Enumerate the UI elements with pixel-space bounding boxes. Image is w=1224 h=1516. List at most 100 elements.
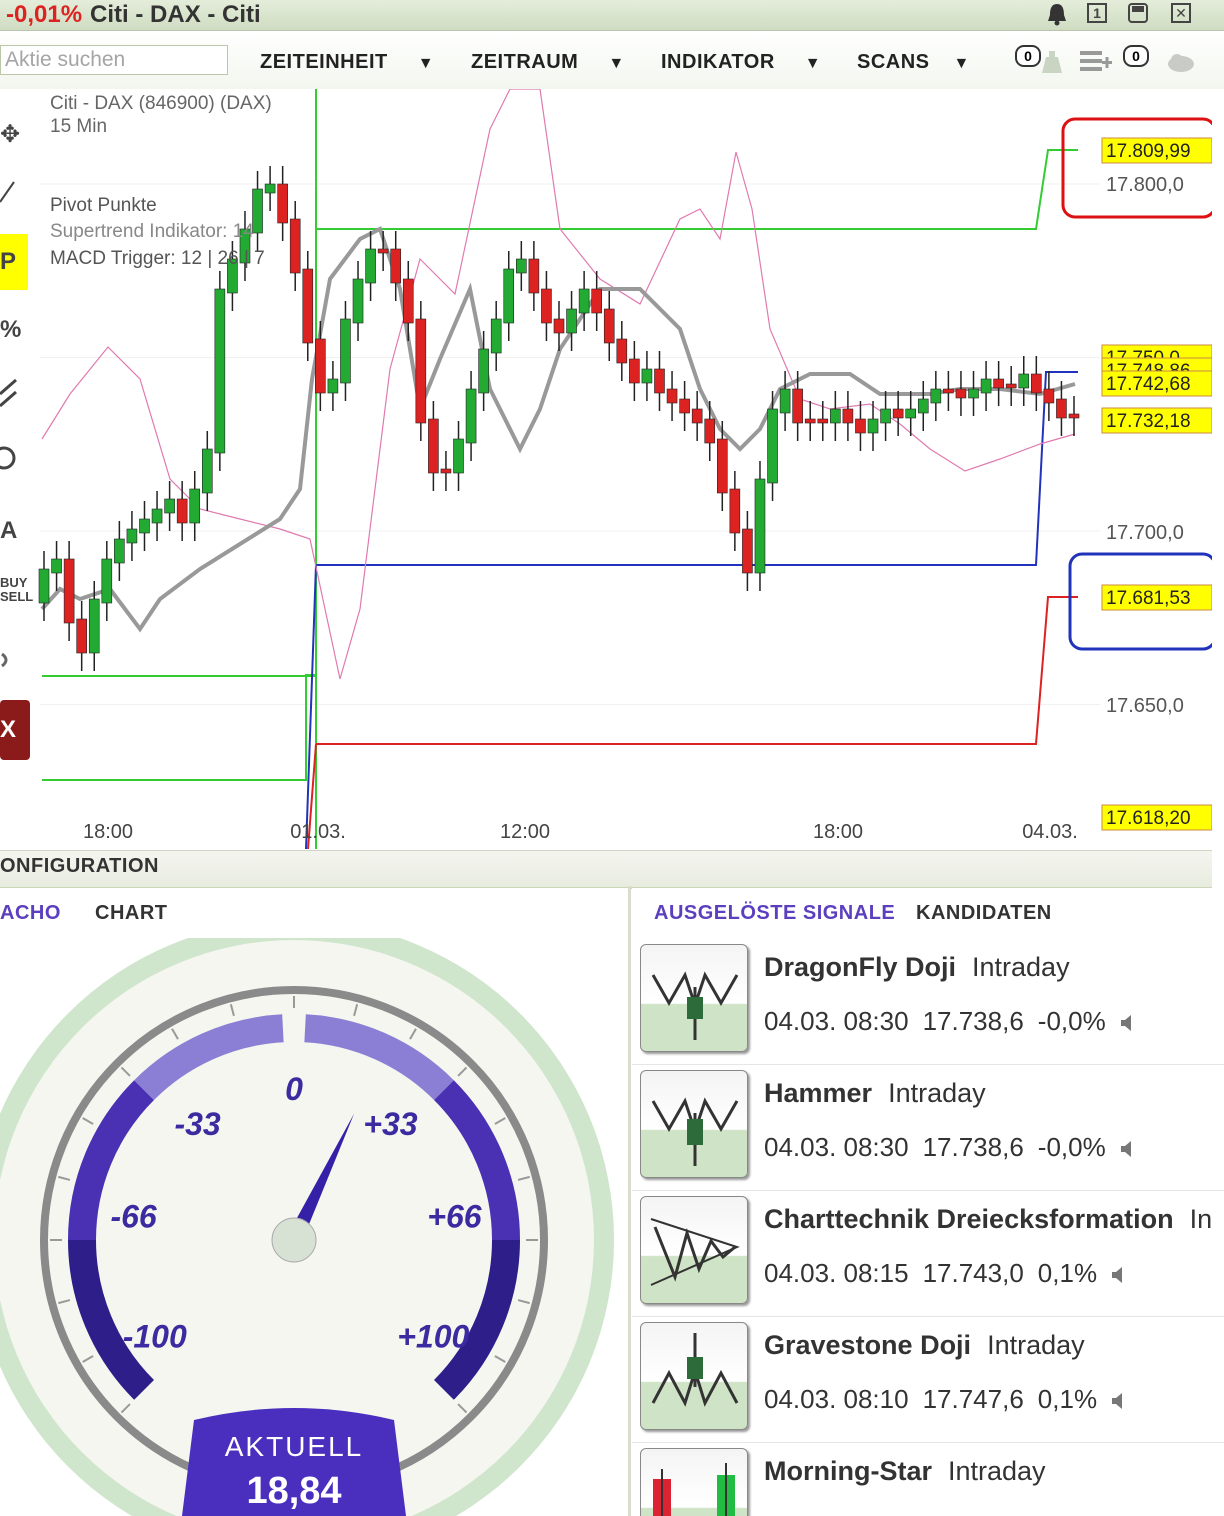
candle xyxy=(315,338,326,394)
candle xyxy=(767,408,778,484)
candle xyxy=(905,408,917,419)
menu-label: INDIKATOR xyxy=(661,51,775,73)
candle xyxy=(51,558,62,574)
indicator-supertrend: Supertrend Indikator: 14 xyxy=(50,221,254,242)
panel-divider[interactable] xyxy=(628,886,631,1516)
price-label-text: 17.618,20 xyxy=(1106,808,1191,829)
tacho-gauge: 0 -33 +33 -66 +66 -100 +100 AKTUELL 18,84 xyxy=(0,938,614,1516)
signal-price: 17.738,6 xyxy=(922,1132,1024,1162)
candle xyxy=(88,598,100,654)
lines-icon[interactable] xyxy=(0,378,18,415)
candle xyxy=(616,338,628,364)
candle xyxy=(453,438,464,474)
signal-name: Hammer Intraday xyxy=(764,1078,986,1109)
signal-change: 0,1% xyxy=(1037,1384,1098,1414)
cloud-icon[interactable] xyxy=(1165,51,1195,73)
percent-toggle[interactable]: % xyxy=(0,316,21,344)
gauge-scale-label: -100 xyxy=(123,1319,187,1355)
pattern-thumbnail xyxy=(640,1322,748,1430)
candle xyxy=(917,398,929,414)
configuration-label: ONFIGURATION xyxy=(0,855,159,877)
signal-item[interactable]: Hammer Intraday 04.03. 08:30 17.738,6 -0,0% xyxy=(632,1064,1224,1191)
speaker-icon[interactable] xyxy=(1111,1258,1125,1288)
candle xyxy=(189,488,201,524)
tab-tacho[interactable]: ACHO xyxy=(0,902,61,925)
current-label: AKTUELL xyxy=(225,1431,364,1462)
menu-indikator[interactable]: INDIKATOR ▼ xyxy=(661,51,821,74)
price-label: 17.618,20 xyxy=(1101,804,1212,831)
menu-zeiteinheit[interactable]: ZEITEINHEIT ▼ xyxy=(260,51,434,74)
signal-change: 0,1% xyxy=(1037,1258,1098,1288)
gauge-scale-label: -66 xyxy=(110,1198,156,1234)
candle xyxy=(402,278,414,324)
indicator-pivot: Pivot Punkte xyxy=(50,195,157,216)
candle xyxy=(792,388,803,424)
signal-type: Intraday xyxy=(888,1078,986,1108)
tab-chart[interactable]: CHART xyxy=(95,902,168,925)
candle xyxy=(968,388,979,399)
pivot-toggle[interactable]: P xyxy=(0,234,28,290)
x-tick-label: 12:00 xyxy=(500,821,550,843)
buy-sell-tool[interactable]: BUY SELL xyxy=(0,576,33,604)
candle xyxy=(716,438,728,494)
line-icon[interactable] xyxy=(0,180,16,211)
candle xyxy=(503,268,515,324)
candlestick-chart[interactable]: 18:00 01.03. 12:00 18:00 04.03. 17.800,0 17.70… xyxy=(0,89,1212,849)
highlight-resistance xyxy=(1061,117,1212,219)
menu-label: ZEITEINHEIT xyxy=(260,51,388,73)
candle xyxy=(892,408,904,419)
candle xyxy=(603,308,615,344)
signal-type: Intraday xyxy=(987,1330,1085,1360)
signal-item[interactable]: DragonFly Doji Intraday 04.03. 08:30 17.738… xyxy=(632,938,1224,1065)
window-2-icon[interactable] xyxy=(1128,3,1148,23)
candle xyxy=(654,368,665,394)
signal-type: In xyxy=(1189,1204,1213,1234)
speaker-icon[interactable] xyxy=(1120,1132,1134,1162)
candle xyxy=(101,558,113,604)
text-tool[interactable]: A xyxy=(0,517,17,545)
signal-name: Morning-Star Intraday xyxy=(764,1456,1046,1487)
price-label-text: 17.732,18 xyxy=(1106,411,1191,432)
candle xyxy=(465,388,477,444)
signal-item[interactable]: Charttechnik Dreiecksformation In 04.03. 0… xyxy=(632,1190,1224,1317)
y-tick-label: 17.700,0 xyxy=(1106,522,1184,544)
close-chart-button[interactable]: X xyxy=(0,700,30,760)
candle xyxy=(76,618,87,654)
candle xyxy=(553,318,565,334)
candle xyxy=(164,498,175,514)
candle xyxy=(63,558,75,624)
search-input[interactable] xyxy=(0,45,228,75)
signal-title: DragonFly Doji xyxy=(764,952,957,982)
close-icon[interactable]: ✕ xyxy=(1171,3,1191,23)
circle-icon[interactable] xyxy=(0,444,18,479)
pattern-thumbnail xyxy=(640,944,748,1052)
speaker-icon[interactable] xyxy=(1111,1384,1125,1414)
alarm-icon[interactable] xyxy=(1038,49,1066,75)
menu-scans[interactable]: SCANS ▼ xyxy=(857,51,970,74)
pivot-pp-line xyxy=(305,371,1078,849)
watchlist-add-icon[interactable] xyxy=(1078,47,1112,75)
tab-ausgeloeste-signale[interactable]: AUSGELÖSTE SIGNALE xyxy=(654,902,895,925)
signal-type: Intraday xyxy=(972,952,1070,982)
move-icon[interactable]: ✥ xyxy=(0,120,20,149)
gauge-scale-label: +100 xyxy=(397,1319,469,1355)
candle xyxy=(629,358,640,384)
signal-price: 17.743,0 xyxy=(922,1258,1024,1288)
pivot-r1-line xyxy=(42,149,1078,781)
price-label-text: 17.809,99 xyxy=(1106,141,1191,162)
candle xyxy=(264,183,276,194)
candle xyxy=(277,183,288,224)
x-tick-label: 01.03. xyxy=(290,821,346,843)
sound-icon[interactable] xyxy=(0,648,18,679)
tab-kandidaten[interactable]: KANDIDATEN xyxy=(916,902,1052,925)
window-1-icon[interactable]: 1 xyxy=(1087,3,1107,23)
indicator-macd: MACD Trigger: 12 | 26 | 7 xyxy=(50,248,265,269)
bell-icon[interactable] xyxy=(1046,2,1068,26)
supertrend-line xyxy=(40,226,1076,633)
signal-item[interactable]: Morning-Star Intraday xyxy=(632,1442,1224,1516)
signal-item[interactable]: Gravestone Doji Intraday 04.03. 08:10 17.74… xyxy=(632,1316,1224,1443)
speaker-icon[interactable] xyxy=(1120,1006,1134,1036)
configuration-bar[interactable]: ONFIGURATION xyxy=(0,850,1212,889)
title-bar: -0,01% Citi - DAX - Citi 1 ✕ xyxy=(0,0,1224,31)
menu-zeitraum[interactable]: ZEITRAUM ▼ xyxy=(471,51,625,74)
